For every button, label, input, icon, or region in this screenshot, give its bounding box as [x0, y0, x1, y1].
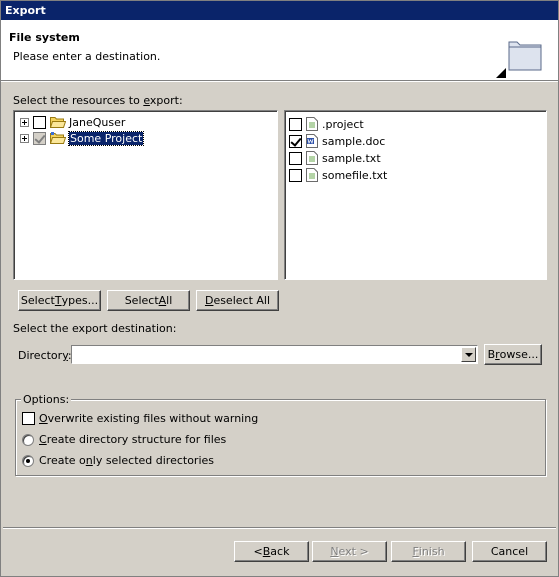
resource-tree[interactable]: JaneQuser Some Project	[13, 110, 278, 280]
expand-icon[interactable]	[20, 133, 29, 143]
page-title: File system	[9, 31, 80, 44]
file-item-label: .project	[322, 117, 364, 131]
text-file-icon	[306, 151, 318, 165]
select-types-button[interactable]: Select Types...	[18, 290, 101, 311]
select-all-button[interactable]: Select All	[107, 290, 190, 311]
chevron-down-icon[interactable]	[461, 347, 476, 362]
tree-item-checkbox[interactable]	[33, 131, 46, 145]
file-item-label: sample.txt	[322, 151, 381, 165]
overwrite-checkbox[interactable]	[22, 412, 35, 425]
footer-divider	[3, 527, 556, 529]
overwrite-option[interactable]: Overwrite existing files without warning	[22, 412, 258, 425]
cancel-button[interactable]: Cancel	[472, 541, 547, 562]
word-doc-icon	[306, 134, 318, 148]
text-file-icon	[306, 168, 318, 182]
options-legend: Options:	[21, 393, 72, 406]
resources-label: Select the resources to export:	[13, 94, 183, 107]
expand-icon[interactable]	[20, 117, 29, 127]
folder-icon	[496, 41, 542, 78]
file-item-checkbox[interactable]	[289, 117, 302, 131]
directory-label: Directory:	[18, 349, 72, 362]
tree-item-some-project[interactable]: Some Project	[20, 130, 145, 146]
file-list[interactable]: .project sample.doc sample.txt somefile.…	[284, 110, 547, 280]
create-only-label: Create only selected directories	[39, 454, 215, 467]
tree-item-label: JaneQuser	[69, 115, 126, 129]
tree-item-janequser[interactable]: JaneQuser	[20, 114, 125, 130]
window-title: Export	[5, 4, 46, 17]
tree-item-checkbox[interactable]	[33, 115, 46, 129]
title-bar[interactable]: Export	[1, 1, 558, 20]
file-item-label: somefile.txt	[322, 168, 388, 182]
export-dialog: Export File system Please enter a destin…	[0, 0, 559, 577]
file-item-checkbox[interactable]	[289, 168, 302, 182]
file-item-checkbox[interactable]	[289, 151, 302, 165]
open-folder-icon	[50, 117, 66, 128]
file-item-somefile-txt[interactable]: somefile.txt	[289, 167, 387, 183]
directory-input[interactable]	[73, 347, 459, 362]
back-button[interactable]: < Back	[234, 541, 309, 562]
directory-combo[interactable]	[71, 345, 478, 364]
file-item-label: sample.doc	[322, 134, 386, 148]
project-folder-icon	[50, 132, 66, 144]
next-button[interactable]: Next >	[312, 541, 387, 562]
banner-divider	[1, 81, 558, 82]
page-description: Please enter a destination.	[13, 50, 161, 63]
finish-button[interactable]: Finish	[391, 541, 466, 562]
file-item-sample-doc[interactable]: sample.doc	[289, 133, 385, 149]
create-only-option[interactable]: Create only selected directories	[22, 454, 214, 467]
create-only-radio[interactable]	[22, 454, 34, 467]
overwrite-label: Overwrite existing files without warning	[39, 412, 259, 425]
create-structure-radio[interactable]	[22, 433, 34, 446]
create-structure-option[interactable]: Create directory structure for files	[22, 433, 226, 446]
file-item-project[interactable]: .project	[289, 116, 364, 132]
browse-button[interactable]: Br owse...	[484, 344, 542, 365]
deselect-all-button[interactable]: Deselect All	[196, 290, 279, 311]
text-file-icon	[306, 117, 318, 131]
file-item-checkbox[interactable]	[289, 134, 302, 148]
file-item-sample-txt[interactable]: sample.txt	[289, 150, 381, 166]
wizard-banner: File system Please enter a destination.	[1, 20, 558, 81]
destination-label: Select the export destination:	[13, 322, 177, 335]
create-structure-label: Create directory structure for files	[39, 433, 227, 446]
tree-item-label: Some Project	[67, 130, 145, 146]
